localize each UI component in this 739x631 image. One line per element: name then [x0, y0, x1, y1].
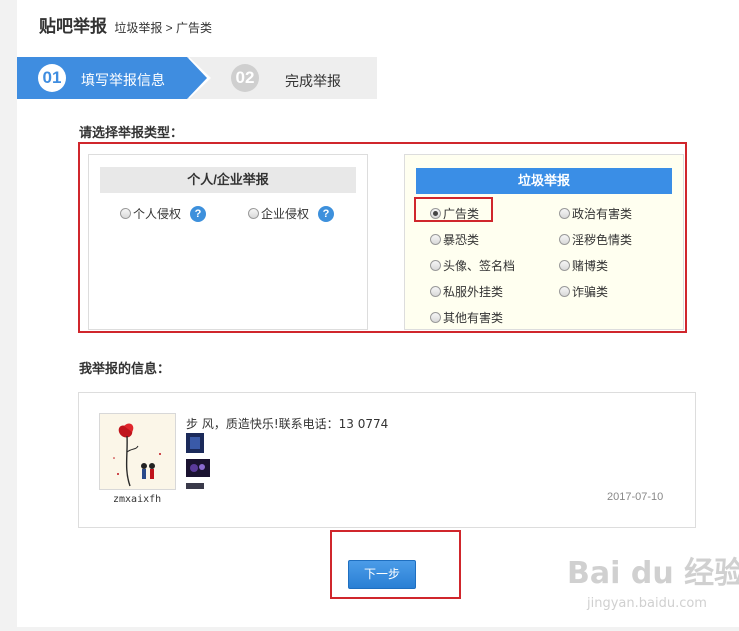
report-info-title: 我举报的信息：	[79, 361, 171, 376]
step-arrow-icon	[187, 57, 207, 99]
post-image-icon[interactable]	[186, 433, 204, 453]
highlight-report-type	[78, 142, 687, 333]
breadcrumb: 垃圾举报 > 广告类	[114, 21, 213, 35]
report-page: 贴吧举报 垃圾举报 > 广告类 01 填写举报信息 02 完成举报 请选择举报类…	[17, 0, 739, 627]
avatar	[99, 413, 176, 490]
page-title: 贴吧举报	[39, 17, 107, 36]
baidu-jingyan-watermark: Bai du 经验 jingyan.baidu.com	[567, 548, 739, 618]
highlight-ads-option	[414, 197, 493, 222]
post-text: 步 风，质造快乐!联系电话：13 0774	[186, 417, 389, 431]
watermark-url: jingyan.baidu.com	[587, 596, 707, 611]
step-fill-info: 01 填写举报信息	[17, 57, 211, 99]
step-indicator: 01 填写举报信息 02 完成举报	[17, 57, 377, 99]
username[interactable]: zmxaixfh	[113, 494, 161, 505]
page-header: 贴吧举报 垃圾举报 > 广告类	[39, 12, 212, 37]
step-number: 02	[231, 64, 259, 92]
watermark-brand: Bai du 经验	[567, 556, 739, 591]
step-number: 01	[38, 64, 66, 92]
post-date: 2017-07-10	[607, 491, 664, 503]
step-label: 完成举报	[285, 73, 341, 89]
post-image-icon[interactable]	[186, 459, 210, 479]
report-type-title: 请选择举报类型：	[79, 125, 184, 140]
reported-post-card: zmxaixfh 步 风，质造快乐!联系电话：13 0774 2017-07-1…	[78, 392, 696, 528]
avatar-rose-icon	[100, 414, 175, 489]
post-image-icon[interactable]	[186, 483, 204, 489]
step-label: 填写举报信息	[81, 72, 165, 88]
next-step-button[interactable]: 下一步	[348, 560, 416, 589]
